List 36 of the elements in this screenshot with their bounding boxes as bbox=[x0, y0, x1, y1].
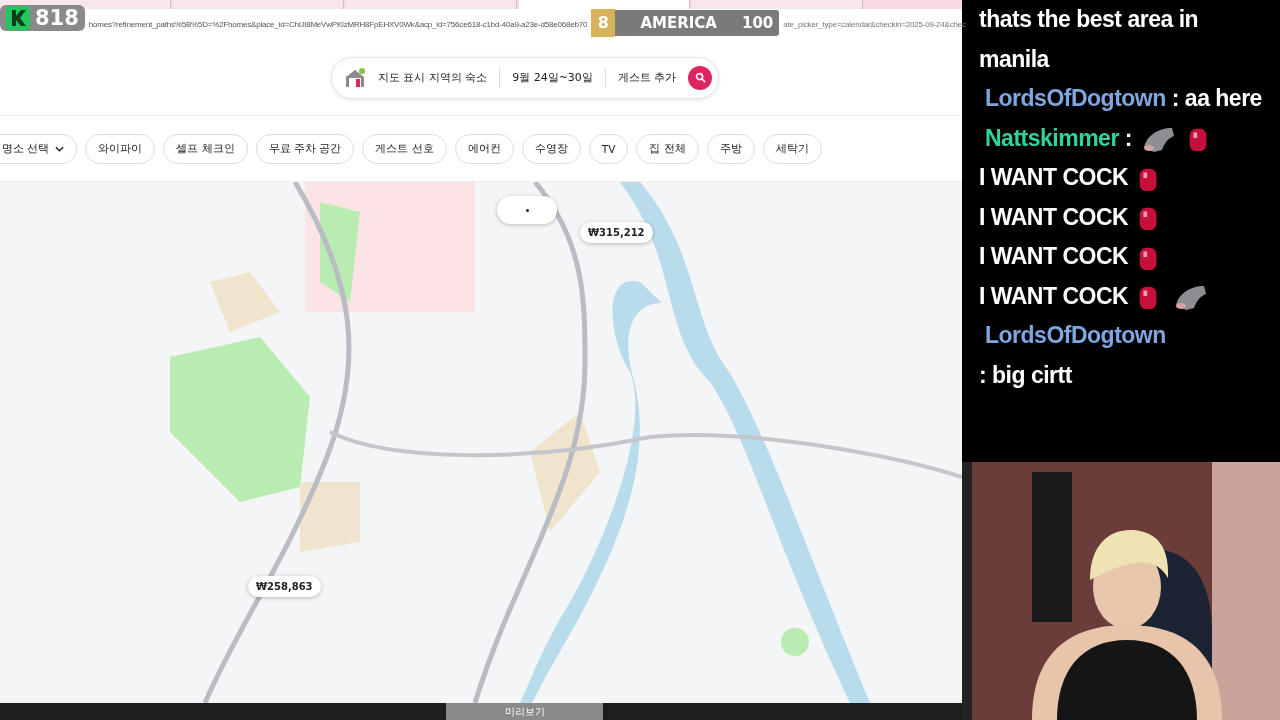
url-text: homes?refinement_paths%5B%5D=%2Fhomes&place_id=ChIJi8MeVwPKlzMRH8FpEHXV0Wk&acp_id=756ce618-c1bd-40a9-a23e-d58e068eb70 bbox=[88, 20, 588, 29]
chevron-down-icon bbox=[55, 145, 65, 152]
filter-chip[interactable]: 수영장 bbox=[521, 133, 581, 164]
chat-text: I WANT COCK bbox=[979, 242, 1129, 271]
location-field[interactable]: 지도 표시 지역의 숙소 bbox=[377, 70, 488, 85]
chat-text: : bbox=[1124, 123, 1132, 153]
search-bar[interactable]: 지도 표시 지역의 숙소 9월 24일~30일 게스트 추가 bbox=[330, 56, 720, 99]
filter-chip[interactable]: 와이파이 bbox=[85, 133, 156, 164]
filter-chip[interactable]: 에어컨 bbox=[454, 133, 514, 164]
chat-username: LordsOfDogtown bbox=[985, 84, 1166, 113]
region-name: AMERICA bbox=[639, 13, 718, 32]
chat-text: : big cirtt bbox=[979, 360, 1072, 390]
chat-text: I WANT COCK bbox=[979, 163, 1129, 192]
chat-username: Nattskimmer bbox=[985, 123, 1119, 153]
filter-chip[interactable]: 집 전체 bbox=[636, 133, 699, 164]
search-button[interactable] bbox=[688, 65, 713, 90]
filter-chip[interactable]: TV bbox=[588, 133, 629, 164]
filter-chip[interactable]: 명소 선택 bbox=[0, 133, 78, 164]
house-icon bbox=[343, 66, 366, 89]
guests-field[interactable]: 게스트 추가 bbox=[617, 70, 677, 85]
chat-username: LordsOfDogtown bbox=[985, 321, 1166, 350]
chat-text: thats the best area in manila bbox=[979, 6, 1199, 72]
filter-chip[interactable]: 세탁기 bbox=[762, 133, 822, 164]
score-value: 818 bbox=[35, 5, 79, 30]
points-value: 100 bbox=[742, 13, 775, 32]
filter-chip[interactable]: 셀프 체크인 bbox=[163, 133, 248, 164]
k-logo-icon bbox=[6, 5, 30, 30]
filter-chip[interactable]: 주방 bbox=[706, 133, 755, 164]
chat-text: : aa here bbox=[1171, 84, 1262, 113]
chat-text: I WANT COCK bbox=[979, 281, 1129, 311]
filter-chip[interactable]: 게스트 선호 bbox=[362, 133, 447, 164]
rank-number: 8 bbox=[591, 8, 616, 37]
filter-chip[interactable]: 무료 주차 공간 bbox=[255, 133, 355, 164]
search-icon bbox=[694, 72, 706, 83]
chat-text: I WANT COCK bbox=[979, 202, 1129, 232]
dates-field[interactable]: 9월 24일~30일 bbox=[512, 70, 593, 85]
